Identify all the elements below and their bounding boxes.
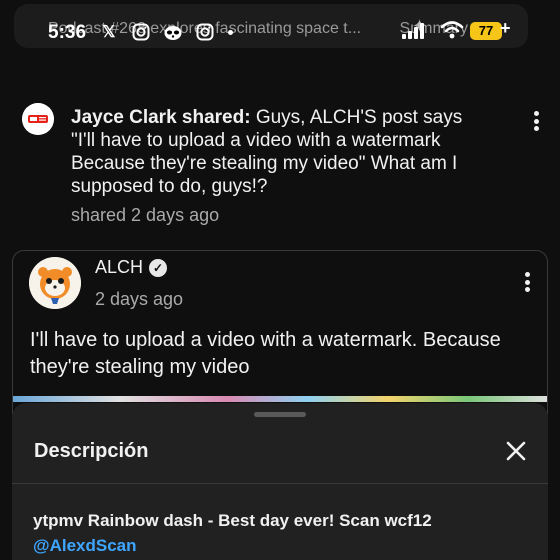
channel-link[interactable]: @AlexdScan: [33, 536, 137, 556]
description-sheet: Descripción ytpmv Rainbow dash - Best da…: [12, 403, 548, 560]
card-text: I'll have to upload a video with a water…: [30, 329, 501, 378]
more-notifications-dot: [228, 29, 233, 35]
image-preview-strip[interactable]: [13, 396, 547, 402]
battery-icon: 77: [470, 22, 502, 40]
more-options-icon[interactable]: [517, 269, 537, 295]
drag-handle[interactable]: [254, 412, 306, 417]
instagram-icon: [194, 21, 216, 43]
raccoon-icon: [162, 21, 184, 43]
sheet-title: Descripción: [34, 440, 149, 462]
divider: [12, 483, 548, 484]
post-text: Jayce Clark shared: Guys, ALCH'S post sa…: [71, 106, 491, 198]
post-timestamp: shared 2 days ago: [71, 205, 220, 225]
card-timestamp: 2 days ago: [95, 289, 184, 309]
x-icon: 𝕏: [102, 24, 116, 41]
card-author-name[interactable]: ALCH: [95, 257, 143, 278]
avatar[interactable]: [22, 103, 54, 135]
clock: 5:36: [48, 22, 87, 43]
notification-icons: 𝕏: [98, 21, 233, 43]
instagram-icon: [130, 21, 152, 43]
avatar[interactable]: [29, 257, 81, 309]
wifi-icon: [440, 20, 464, 45]
battery-charging-indicator: +: [500, 18, 511, 38]
close-icon[interactable]: [502, 437, 530, 465]
card-author[interactable]: ALCH ✓: [95, 257, 168, 278]
signal-icon: [402, 23, 424, 39]
sharer-name[interactable]: Jayce Clark shared:: [71, 107, 251, 128]
video-title: ytpmv Rainbow dash - Best day ever! Scan…: [33, 511, 432, 530]
status-bar: Podcast #268 explores fascinating space …: [0, 0, 560, 62]
verified-icon: ✓: [149, 258, 168, 277]
more-options-icon[interactable]: [526, 108, 546, 134]
